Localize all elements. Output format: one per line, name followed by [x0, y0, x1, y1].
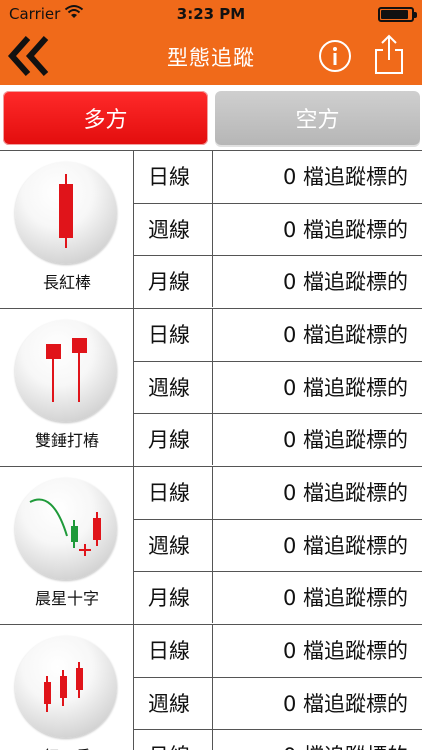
tracked-count: 0 檔追蹤標的 — [213, 414, 408, 465]
single-red-candle-icon — [59, 174, 73, 248]
count-value: 0 — [283, 744, 296, 750]
pattern-cell[interactable]: 紅三兵 — [0, 625, 134, 750]
status-bar: Carrier 3:23 PM — [0, 0, 422, 28]
page-title: 型態追蹤 — [167, 46, 255, 70]
pattern-ball — [15, 162, 117, 264]
battery-icon — [378, 7, 417, 22]
count-suffix: 檔追蹤標的 — [303, 428, 408, 452]
count-suffix: 檔追蹤標的 — [303, 270, 408, 294]
tracked-count: 0 檔追蹤標的 — [213, 467, 408, 519]
morning-doji-star-icon — [29, 498, 101, 556]
pattern-list: 長紅棒 日線 0 檔追蹤標的 週線 0 檔追蹤標的 月線 0 檔追蹤標的 雙錘打樁 日線 0 檔追… — [0, 150, 422, 750]
pattern-group: 紅三兵日線0 檔追蹤標的週線0 檔追蹤標的月線0 檔追蹤標的 — [0, 625, 422, 750]
tracking-row[interactable]: 日線 0 檔追蹤標的 — [134, 151, 422, 203]
tracking-row[interactable]: 月線0 檔追蹤標的 — [134, 255, 422, 307]
pattern-ball — [15, 320, 117, 422]
period-label: 日線 — [134, 467, 213, 519]
count-value: 0 — [282, 270, 297, 294]
pattern-ball — [15, 478, 117, 580]
clock: 3:23 PM — [176, 5, 246, 23]
pattern-cell[interactable]: 長紅棒 — [0, 151, 134, 308]
count-suffix: 檔追蹤標的 — [303, 692, 408, 716]
count-suffix: 檔追蹤標的 — [303, 376, 408, 400]
three-red-soldiers-icon — [44, 662, 83, 712]
tracking-row[interactable]: 日線 0 檔追蹤標的 — [134, 309, 422, 361]
tracking-row[interactable]: 日線 0 檔追蹤標的 — [134, 625, 422, 677]
period-label: 日線 — [134, 625, 213, 677]
tracked-count: 0 檔追蹤標的 — [213, 151, 408, 203]
tab-long[interactable]: 多方 — [3, 91, 208, 145]
period-label: 週線 — [134, 204, 213, 255]
count-value: 0 — [282, 534, 297, 558]
count-value: 0 — [282, 323, 297, 347]
count-value: 0 — [282, 376, 297, 400]
top-bar: Carrier 3:23 PM 型態追蹤 — [0, 0, 422, 85]
tracked-count: 0 檔追蹤標的 — [213, 730, 408, 750]
count-suffix: 檔追蹤標的 — [303, 218, 408, 242]
tracked-count: 0 檔追蹤標的 — [213, 678, 408, 729]
count-value: 0 — [282, 218, 297, 242]
count-suffix: 檔追蹤標的 — [303, 323, 408, 347]
count-value: 0 — [282, 165, 297, 189]
pattern-group: 長紅棒 日線 0 檔追蹤標的 週線 0 檔追蹤標的 月線 0 檔追蹤標的 — [0, 151, 422, 309]
battery-level — [381, 10, 408, 19]
tracking-row[interactable]: 週線 0 檔追蹤標的 — [134, 519, 422, 571]
count-suffix: 檔追蹤標的 — [303, 586, 408, 610]
tab-short[interactable]: 空方 — [215, 91, 420, 145]
count-suffix: 檔追蹤標的 — [303, 639, 408, 663]
count-suffix: 檔追蹤標的 — [303, 481, 408, 505]
tracked-count: 0 檔追蹤標的 — [213, 204, 408, 255]
count-value: 0 — [282, 586, 297, 610]
tracked-count: 0 檔追蹤標的 — [213, 309, 408, 361]
count-suffix: 檔追蹤標的 — [303, 534, 408, 558]
pattern-name: 晨星十字 — [34, 589, 99, 608]
period-label: 月線 — [134, 730, 213, 750]
tracking-row[interactable]: 週線 0 檔追蹤標的 — [134, 361, 422, 413]
period-label: 週線 — [134, 678, 213, 729]
count-value: 0 — [282, 692, 297, 716]
double-hammer-icon — [46, 338, 87, 402]
pattern-group: 晨星十字 日線 0 檔追蹤標的 週線 0 檔追蹤標的 月線 0 檔追蹤標的 — [0, 467, 422, 625]
count-suffix: 檔追蹤標的 — [303, 165, 408, 189]
tracked-count: 0 檔追蹤標的 — [213, 520, 408, 571]
pattern-ball — [15, 636, 117, 738]
tracking-row[interactable]: 日線 0 檔追蹤標的 — [134, 467, 422, 519]
count-value: 0 — [282, 428, 297, 452]
navigation-bar: 型態追蹤 — [0, 28, 422, 85]
pattern-cell[interactable]: 晨星十字 — [0, 467, 134, 624]
period-label: 月線 — [134, 256, 213, 307]
tracking-row[interactable]: 週線 0 檔追蹤標的 — [134, 677, 422, 729]
tracking-row[interactable]: 週線 0 檔追蹤標的 — [134, 203, 422, 255]
tracking-row[interactable]: 月線0 檔追蹤標的 — [134, 571, 422, 623]
tracked-count: 0 檔追蹤標的 — [213, 256, 408, 307]
share-icon[interactable] — [373, 33, 405, 75]
pattern-name: 紅三兵 — [0, 743, 134, 750]
period-label: 日線 — [134, 151, 213, 203]
count-suffix: 檔追蹤標的 — [303, 744, 408, 750]
period-label: 月線 — [134, 414, 213, 465]
pattern-name: 長紅棒 — [42, 273, 91, 292]
period-label: 日線 — [134, 309, 213, 361]
tracked-count: 0 檔追蹤標的 — [213, 625, 408, 677]
period-label: 週線 — [134, 520, 213, 571]
period-label: 月線 — [134, 572, 213, 623]
info-icon[interactable] — [318, 39, 352, 73]
tracked-count: 0 檔追蹤標的 — [213, 572, 408, 623]
pattern-cell[interactable]: 雙錘打樁 — [0, 309, 134, 466]
tracking-row[interactable]: 月線0 檔追蹤標的 — [134, 729, 422, 750]
count-value: 0 — [282, 481, 297, 505]
count-value: 0 — [282, 639, 297, 663]
pattern-group: 雙錘打樁 日線 0 檔追蹤標的 週線 0 檔追蹤標的 月線 0 檔追蹤標的 — [0, 309, 422, 467]
tracking-row[interactable]: 月線0 檔追蹤標的 — [134, 413, 422, 465]
pattern-name: 雙錘打樁 — [34, 431, 99, 450]
tracked-count: 0 檔追蹤標的 — [213, 362, 408, 413]
period-label: 週線 — [134, 362, 213, 413]
